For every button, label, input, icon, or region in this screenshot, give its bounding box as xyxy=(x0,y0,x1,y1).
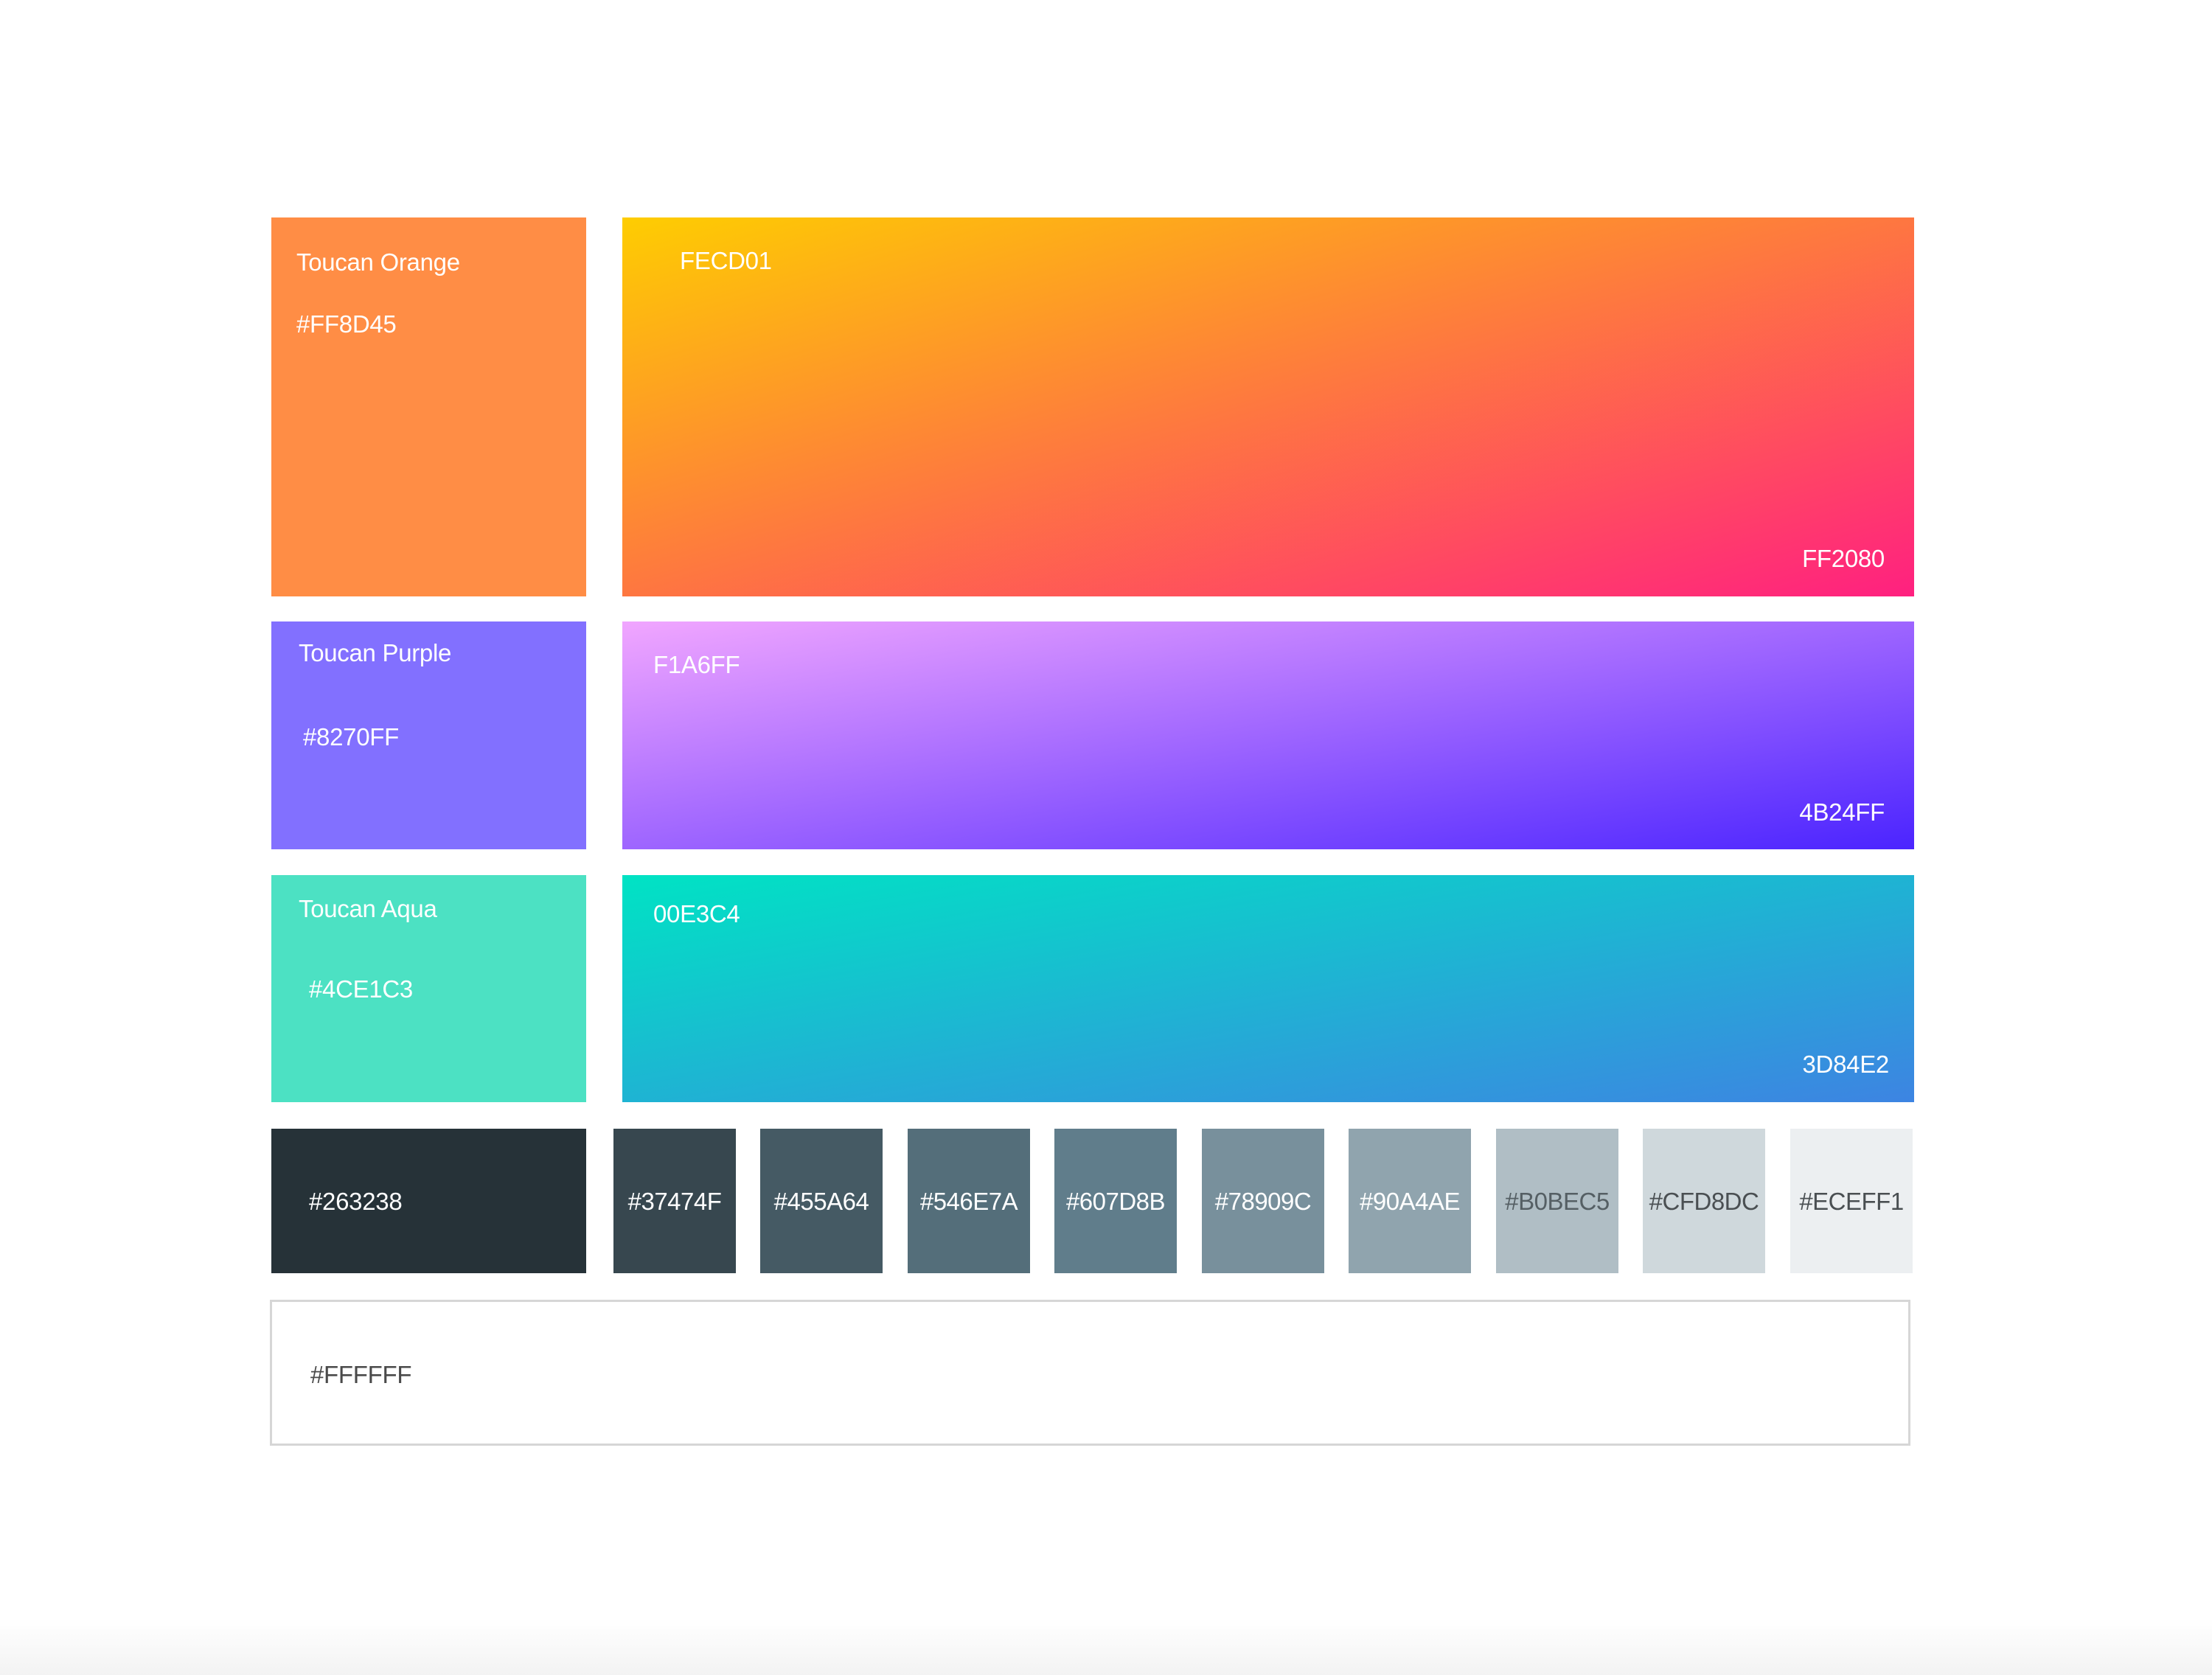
gray-swatch-label: #455A64 xyxy=(773,1188,869,1215)
gradient-end-label: FF2080 xyxy=(1802,545,1885,572)
gradient-end-label: 3D84E2 xyxy=(1802,1051,1890,1078)
gray-swatch-label: #78909C xyxy=(1214,1188,1312,1215)
brand-hex: #4CE1C3 xyxy=(309,975,413,1003)
gray-swatch: #B0BEC5 xyxy=(1496,1129,1618,1273)
gradient-start-label: FECD01 xyxy=(680,247,772,274)
brand-swatch-purple: Toucan Purple #8270FF xyxy=(271,621,586,849)
white-swatch-label: #FFFFFF xyxy=(310,1361,412,1388)
color-palette-page: { "brand_colors": [ { "name": "Toucan Or… xyxy=(0,0,2212,1675)
gray-swatch: #78909C xyxy=(1202,1129,1324,1273)
gradient-start-label: F1A6FF xyxy=(653,651,740,678)
gray-swatch-label: #607D8B xyxy=(1065,1188,1166,1215)
gray-swatch-label: #37474F xyxy=(627,1188,722,1215)
gradient-swatch-aqua: 00E3C4 3D84E2 xyxy=(622,875,1914,1102)
gray-swatch-label: #546E7A xyxy=(919,1188,1018,1215)
gradient-swatch-orange: FECD01 FF2080 xyxy=(622,217,1914,596)
gray-swatch-label: #CFD8DC xyxy=(1649,1188,1759,1215)
gray-swatch: #263238 xyxy=(271,1129,586,1273)
gray-swatch: #ECEFF1 xyxy=(1790,1129,1913,1273)
gray-swatch-label: #ECEFF1 xyxy=(1799,1188,1904,1215)
gray-swatch-label: #263238 xyxy=(309,1188,403,1215)
brand-swatch-orange: Toucan Orange #FF8D45 xyxy=(271,217,586,596)
gray-swatch: #546E7A xyxy=(908,1129,1030,1273)
gray-swatch: #90A4AE xyxy=(1349,1129,1471,1273)
brand-name: Toucan Orange xyxy=(296,248,460,276)
gray-swatch: #607D8B xyxy=(1054,1129,1177,1273)
brand-name: Toucan Purple xyxy=(299,639,452,666)
white-swatch: #FFFFFF xyxy=(270,1300,1910,1446)
gray-swatch: #CFD8DC xyxy=(1643,1129,1765,1273)
gradient-swatch-purple: F1A6FF 4B24FF xyxy=(622,621,1914,849)
gradient-start-label: 00E3C4 xyxy=(653,900,740,927)
gray-swatch: #37474F xyxy=(613,1129,736,1273)
brand-hex: #FF8D45 xyxy=(296,310,397,338)
gray-swatch: #455A64 xyxy=(760,1129,883,1273)
brand-swatch-aqua: Toucan Aqua #4CE1C3 xyxy=(271,875,586,1102)
gradient-end-label: 4B24FF xyxy=(1799,798,1885,826)
brand-name: Toucan Aqua xyxy=(299,895,437,922)
gray-swatch-label: #90A4AE xyxy=(1360,1188,1460,1215)
gray-swatch-label: #B0BEC5 xyxy=(1505,1188,1610,1215)
bottom-edge-shade xyxy=(0,1618,2212,1675)
brand-hex: #8270FF xyxy=(303,723,399,751)
